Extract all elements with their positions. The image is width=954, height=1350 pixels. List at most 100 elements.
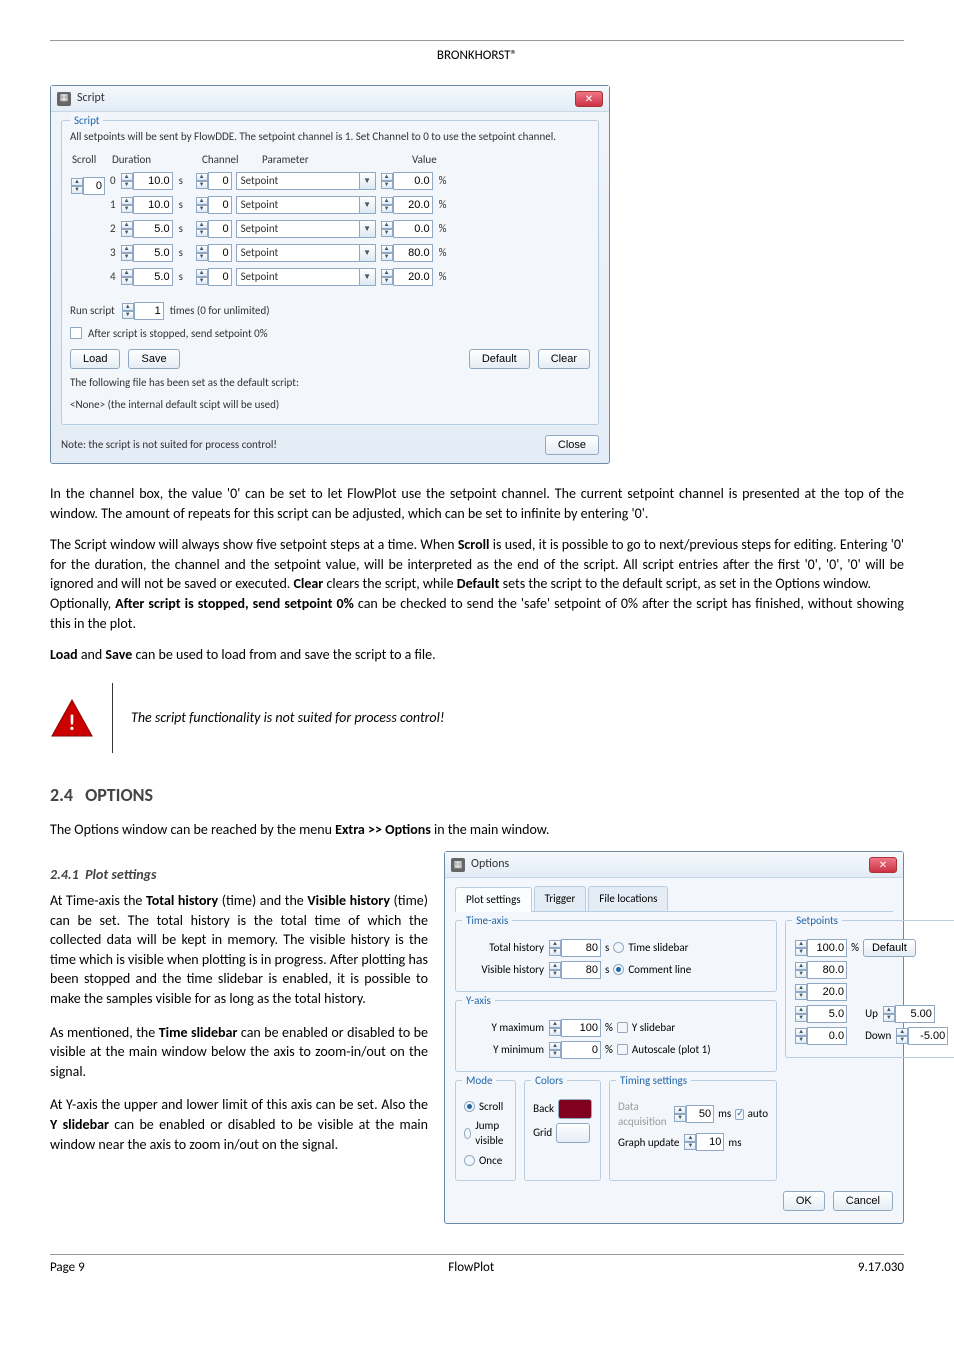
value-spinner[interactable]: ▲▼: [380, 244, 433, 262]
duration-unit: s: [179, 269, 191, 284]
chevron-down-icon: ▼: [359, 221, 375, 237]
ymax-label: Y maximum: [464, 1020, 544, 1035]
run-times-spinner[interactable]: ▲▼: [121, 302, 164, 320]
y-slidebar-checkbox[interactable]: [617, 1022, 628, 1033]
setpoint-spinner[interactable]: ▲▼: [794, 1027, 847, 1045]
script-row: 2 ▲▼ s ▲▼ Setpoint▼ ▲▼ %: [110, 220, 590, 238]
clear-button[interactable]: Clear: [538, 349, 590, 369]
value-unit: %: [439, 197, 451, 212]
value-unit: %: [439, 269, 451, 284]
data-acq-spinner[interactable]: ▲▼: [673, 1105, 714, 1123]
duration-spinner[interactable]: ▲▼: [120, 196, 173, 214]
chevron-down-icon: ▼: [359, 173, 375, 189]
default-button[interactable]: Default: [469, 349, 530, 369]
after-stop-checkbox[interactable]: [70, 327, 82, 339]
scroll-spinner[interactable]: ▲▼: [70, 177, 105, 195]
warning-icon: !: [50, 698, 94, 738]
time-slidebar-radio[interactable]: [613, 942, 624, 953]
auto-label: auto: [748, 1106, 768, 1121]
parameter-select[interactable]: Setpoint▼: [236, 268, 376, 286]
autoscale-checkbox[interactable]: [617, 1044, 628, 1055]
ok-button[interactable]: OK: [783, 1191, 825, 1211]
value-unit: %: [439, 173, 451, 188]
channel-spinner[interactable]: ▲▼: [195, 172, 232, 190]
value-spinner[interactable]: ▲▼: [380, 172, 433, 190]
close-button[interactable]: ✕: [575, 91, 603, 107]
close-icon: ✕: [585, 92, 593, 106]
legend-mode: Mode: [462, 1073, 496, 1088]
cancel-button[interactable]: Cancel: [833, 1191, 893, 1211]
mode-group: Mode Scroll Jump visible Once: [455, 1080, 516, 1182]
paragraph: At Y-axis the upper and lower limit of t…: [50, 1095, 428, 1154]
mode-once-radio[interactable]: [464, 1155, 475, 1166]
default-file-note-2: <None> (the internal default scipt will …: [70, 397, 590, 412]
colors-group: Colors Back Grid: [524, 1080, 601, 1182]
mode-scroll-radio[interactable]: [464, 1101, 475, 1112]
total-history-label: Total history: [464, 940, 544, 955]
unit: ms: [728, 1135, 741, 1150]
visible-history-label: Visible history: [464, 962, 544, 977]
load-button[interactable]: Load: [70, 349, 120, 369]
tab-file-locations[interactable]: File locations: [588, 886, 668, 910]
app-icon: ▦: [57, 92, 71, 106]
y-axis-group: Y-axis Y maximum ▲▼ % Y slidebar Y minim…: [455, 1000, 777, 1072]
close-button[interactable]: Close: [545, 435, 599, 455]
comment-line-radio[interactable]: [613, 964, 624, 975]
down-spinner[interactable]: ▲▼: [895, 1027, 948, 1045]
close-button[interactable]: ✕: [869, 857, 897, 873]
auto-checkbox[interactable]: [735, 1109, 743, 1120]
paragraph: The Script window will always show five …: [50, 535, 904, 633]
channel-spinner[interactable]: ▲▼: [195, 244, 232, 262]
setpoint-spinner[interactable]: ▲▼: [794, 1005, 847, 1023]
duration-spinner[interactable]: ▲▼: [120, 172, 173, 190]
col-value: Value: [412, 152, 482, 167]
channel-spinner[interactable]: ▲▼: [195, 220, 232, 238]
paragraph: Load and Save can be used to load from a…: [50, 645, 904, 665]
script-window: ▦ Script ✕ Script All setpoints will be …: [50, 85, 610, 464]
setpoints-default-button[interactable]: Default: [863, 939, 916, 957]
row-index: 3: [110, 245, 116, 260]
value-spinner[interactable]: ▲▼: [380, 220, 433, 238]
color-grid-swatch[interactable]: [556, 1123, 590, 1143]
scroll-value[interactable]: [83, 177, 105, 195]
total-history-spinner[interactable]: ▲▼: [548, 939, 601, 957]
parameter-select[interactable]: Setpoint▼: [236, 196, 376, 214]
unit: ms: [718, 1106, 731, 1121]
up-label: Up: [865, 1006, 878, 1021]
y-slidebar-label: Y slidebar: [632, 1020, 675, 1035]
app-icon: ▦: [451, 858, 465, 872]
save-button[interactable]: Save: [128, 349, 179, 369]
col-parameter: Parameter: [262, 152, 412, 167]
unit: %: [851, 940, 859, 955]
subsection-heading-plot-settings: 2.4.1 Plot settings: [50, 865, 428, 885]
color-back-swatch[interactable]: [558, 1099, 592, 1119]
parameter-select[interactable]: Setpoint▼: [236, 172, 376, 190]
setpoint-spinner[interactable]: ▲▼: [794, 983, 847, 1001]
setpoint-spinner[interactable]: ▲▼: [794, 961, 847, 979]
up-spinner[interactable]: ▲▼: [882, 1005, 935, 1023]
value-spinner[interactable]: ▲▼: [380, 268, 433, 286]
duration-spinner[interactable]: ▲▼: [120, 244, 173, 262]
duration-spinner[interactable]: ▲▼: [120, 268, 173, 286]
script-fieldset-legend: Script: [70, 113, 103, 128]
tab-trigger[interactable]: Trigger: [534, 886, 587, 910]
paragraph: At Time-axis the Total history (time) an…: [50, 891, 428, 1009]
col-duration: Duration: [112, 152, 202, 167]
script-warning-note: Note: the script is not suited for proce…: [61, 437, 277, 452]
unit: %: [605, 1042, 613, 1057]
parameter-select[interactable]: Setpoint▼: [236, 220, 376, 238]
mode-jump-radio[interactable]: [464, 1128, 471, 1139]
ymax-spinner[interactable]: ▲▼: [548, 1019, 601, 1037]
setpoint-spinner[interactable]: ▲▼: [794, 939, 847, 957]
script-row: 1 ▲▼ s ▲▼ Setpoint▼ ▲▼ %: [110, 196, 590, 214]
graph-update-spinner[interactable]: ▲▼: [683, 1133, 724, 1151]
channel-spinner[interactable]: ▲▼: [195, 268, 232, 286]
duration-spinner[interactable]: ▲▼: [120, 220, 173, 238]
chevron-down-icon: ▼: [359, 245, 375, 261]
visible-history-spinner[interactable]: ▲▼: [548, 961, 601, 979]
ymin-spinner[interactable]: ▲▼: [548, 1041, 601, 1059]
value-spinner[interactable]: ▲▼: [380, 196, 433, 214]
tab-plot-settings[interactable]: Plot settings: [455, 887, 532, 911]
parameter-select[interactable]: Setpoint▼: [236, 244, 376, 262]
channel-spinner[interactable]: ▲▼: [195, 196, 232, 214]
